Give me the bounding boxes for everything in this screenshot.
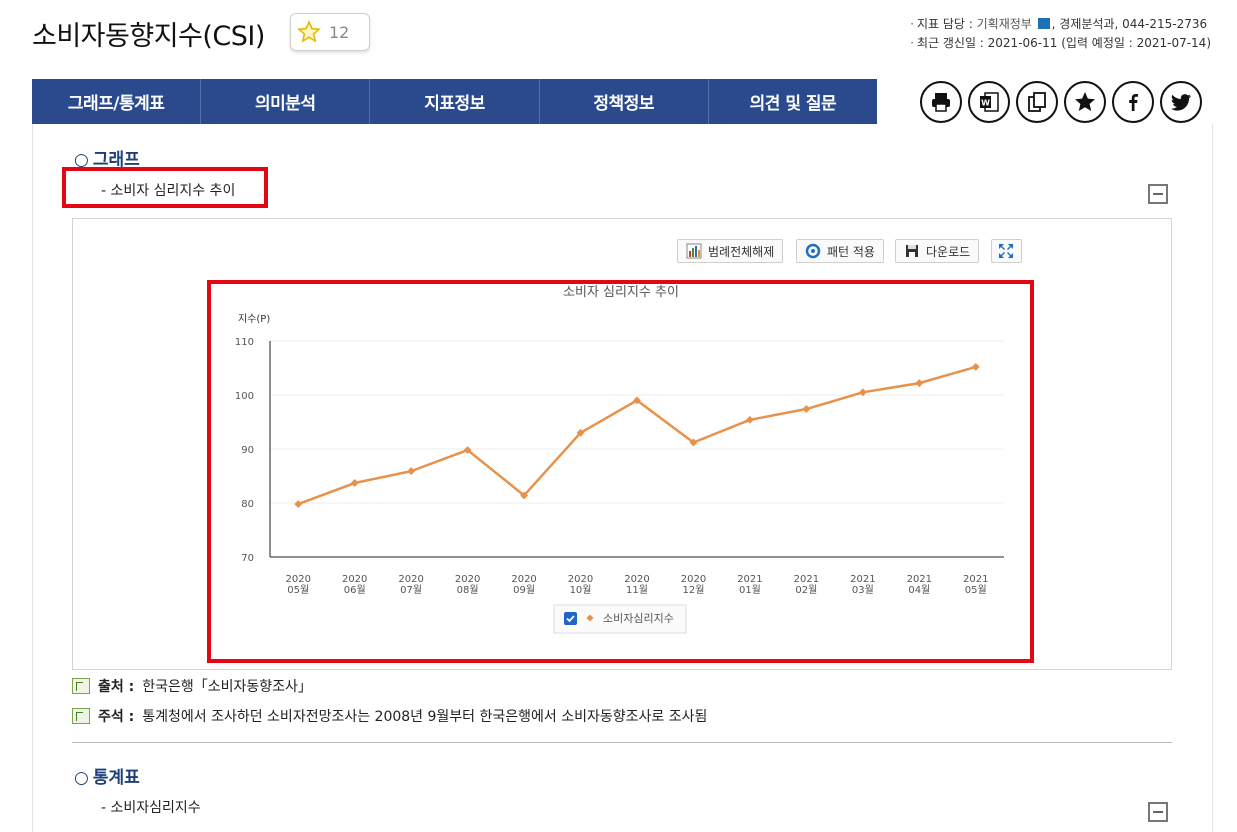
data-point[interactable] — [350, 479, 359, 487]
y-axis-label: 지수(P) — [238, 313, 270, 325]
favorite-button[interactable]: 12 — [290, 13, 370, 51]
legend-label: 소비자심리지수 — [603, 612, 674, 625]
chart-title: 소비자 심리지수 추이 — [563, 285, 679, 300]
star-outline-icon — [297, 20, 321, 43]
collapse-table-button[interactable] — [1148, 802, 1168, 822]
book-icon — [72, 678, 90, 694]
data-point[interactable] — [745, 415, 754, 424]
x-tick-label: 2021 05월 — [963, 574, 988, 596]
data-point[interactable] — [294, 500, 303, 509]
tab-policy-info[interactable]: 정책정보 — [540, 79, 709, 124]
x-tick-label: 2020 12월 — [681, 574, 706, 596]
external-link-icon[interactable] — [1037, 18, 1050, 29]
comment-note: 주석 : 통계청에서 조사하던 소비자전망조사는 2008년 9월부터 한국은행… — [72, 706, 707, 726]
word-icon[interactable]: W — [968, 81, 1010, 123]
fullscreen-button[interactable] — [991, 239, 1022, 263]
legend-toggle-button[interactable]: 범례전체해제 — [677, 239, 784, 263]
x-tick-label: 2021 01월 — [737, 574, 762, 596]
x-tick-label: 2020 08월 — [455, 574, 480, 596]
pattern-apply-button[interactable]: 패턴 적용 — [796, 239, 884, 263]
collapse-graph-button[interactable] — [1148, 184, 1168, 204]
refresh-icon — [805, 243, 821, 259]
twitter-icon[interactable] — [1160, 81, 1202, 123]
x-tick-label: 2020 11월 — [624, 574, 649, 596]
y-tick-label: 110 — [235, 337, 254, 348]
x-tick-label: 2020 05월 — [286, 574, 311, 596]
download-button[interactable]: 다운로드 — [895, 239, 980, 263]
y-tick-label: 100 — [235, 391, 254, 402]
page: 소비자동향지수(CSI) 12 · 지표 담당 : 기획재정부 , 경제분석과, … — [0, 0, 1237, 832]
print-icon[interactable] — [920, 81, 962, 123]
copy-icon[interactable] — [1016, 81, 1058, 123]
x-tick-label: 2021 04월 — [907, 574, 932, 596]
data-point[interactable] — [802, 405, 811, 413]
tab-graph-table[interactable]: 그래프/통계표 — [32, 79, 202, 124]
expand-icon — [999, 244, 1013, 258]
y-tick-label: 90 — [241, 445, 254, 456]
chart-legend: 소비자심리지수 — [553, 604, 687, 634]
x-tick-label: 2020 10월 — [568, 574, 593, 596]
data-point[interactable] — [915, 379, 924, 388]
main-tabs: 그래프/통계표 의미분석 지표정보 정책정보 의견 및 질문 — [32, 79, 877, 124]
data-point[interactable] — [407, 467, 416, 476]
grid-lines — [269, 340, 1004, 558]
section-table-subtitle: - 소비자심리지수 — [101, 800, 201, 816]
x-tick-label: 2021 03월 — [850, 574, 875, 596]
legend-checkbox[interactable] — [564, 612, 577, 625]
meta-update: · 최근 갱신일 : 2021-06-11 (입력 예정일 : 2021-07-1… — [910, 36, 1211, 50]
x-tick-label: 2021 02월 — [794, 574, 819, 596]
facebook-icon[interactable] — [1112, 81, 1154, 123]
x-tick-labels: 2020 05월 2020 06월 2020 07월 2020 08월 2020 09월 2020 1… — [286, 574, 989, 596]
floppy-disk-icon — [906, 245, 918, 257]
highlight-box-subtitle — [62, 167, 268, 208]
bar-chart-icon — [686, 243, 702, 259]
x-tick-label: 2020 07월 — [398, 574, 423, 596]
y-tick-label: 70 — [241, 553, 254, 564]
page-title: 소비자동향지수(CSI) — [32, 21, 265, 52]
favorite-count: 12 — [329, 22, 350, 42]
line-chart: 소비자 심리지수 추이 지수(P) 708090100110 2020 05월20… — [235, 285, 1004, 634]
star-icon[interactable] — [1064, 81, 1106, 123]
y-tick-label: 80 — [241, 499, 254, 510]
series-line — [297, 365, 977, 506]
book-icon — [72, 708, 90, 724]
meta-contact: · 지표 담당 : 기획재정부 , 경제분석과, 044-215-2736 — [910, 17, 1208, 31]
section-divider — [72, 742, 1172, 743]
x-tick-label: 2020 06월 — [342, 574, 367, 596]
data-point[interactable] — [971, 362, 980, 371]
tab-opinion-question[interactable]: 의견 및 질문 — [709, 79, 877, 124]
svg-text:W: W — [981, 99, 990, 108]
source-note: 출처 : 한국은행「소비자동향조사」 — [72, 676, 312, 696]
series-layer — [294, 362, 980, 509]
tab-indicator-info[interactable]: 지표정보 — [370, 79, 540, 124]
share-toolbar: W — [920, 81, 1202, 123]
indicator-meta: · 지표 담당 : 기획재정부 , 경제분석과, 044-215-2736 · 최근… — [910, 15, 1211, 53]
tab-meaning-analysis[interactable]: 의미분석 — [201, 79, 371, 124]
x-tick-label: 2020 09월 — [511, 574, 536, 596]
ministry-link[interactable]: 기획재정부 — [977, 17, 1032, 31]
section-table-title: ○ 통계표 — [74, 768, 140, 788]
y-tick-labels: 70 80 90 100 110 — [235, 337, 254, 564]
